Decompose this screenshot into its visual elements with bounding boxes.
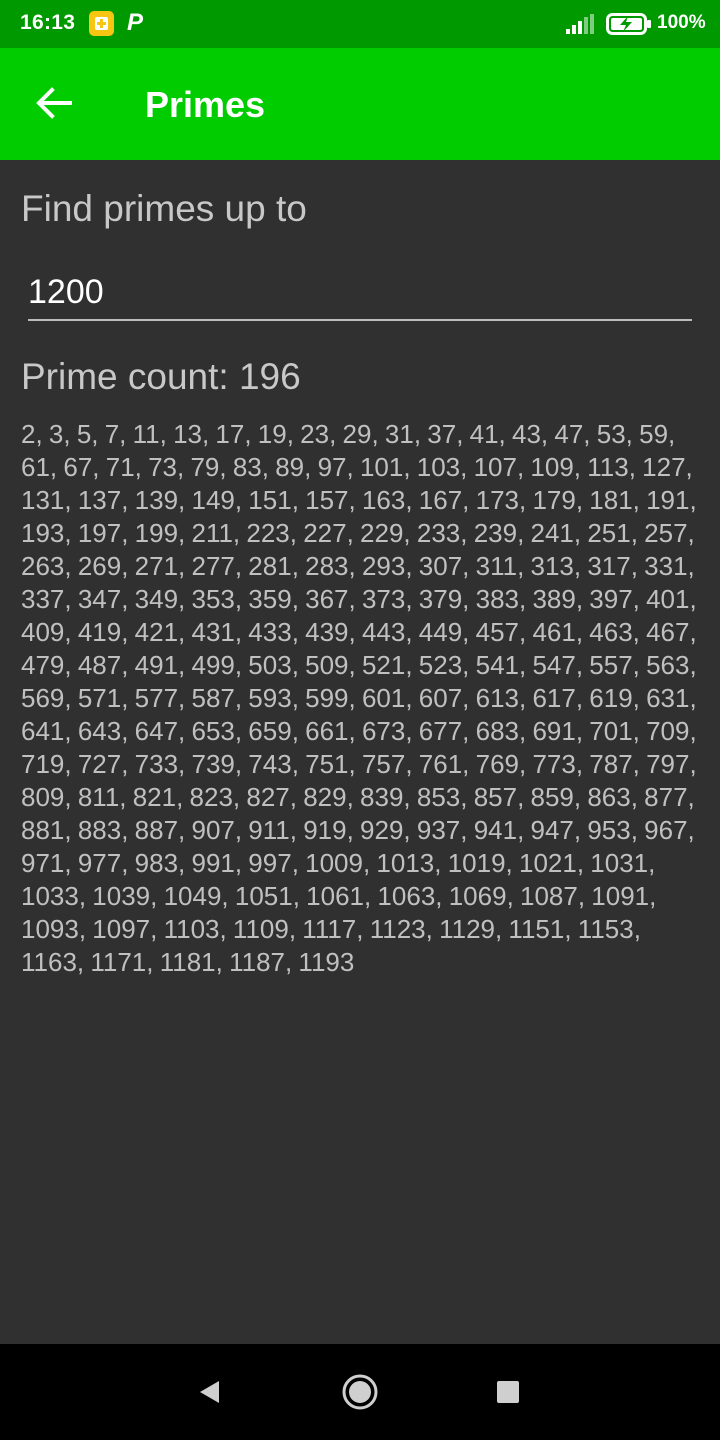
navigation-bar [0, 1344, 720, 1440]
signal-icon [566, 14, 594, 34]
nav-recents-button[interactable] [488, 1372, 528, 1412]
square-recents-icon [497, 1381, 519, 1403]
page-title: Primes [145, 84, 266, 125]
prompt-label: Find primes up to [21, 188, 307, 229]
nav-back-button[interactable] [190, 1372, 230, 1412]
triangle-back-icon [200, 1381, 219, 1403]
circle-home-icon [342, 1374, 378, 1410]
yellow-app-icon [89, 11, 114, 36]
arrow-left-icon [36, 87, 72, 119]
limit-input[interactable] [28, 265, 692, 321]
back-button[interactable] [22, 70, 88, 136]
main-content: Find primes up to Prime count: 196 2, 3,… [0, 160, 720, 1344]
prime-list: 2, 3, 5, 7, 11, 13, 17, 19, 23, 29, 31, … [21, 419, 697, 977]
nav-home-button[interactable] [340, 1372, 380, 1412]
p-icon: P [127, 9, 144, 36]
status-bar: 16:13 P 100% [0, 0, 720, 48]
battery-charging-icon [606, 13, 651, 35]
prime-count-label: Prime count: 196 [21, 356, 301, 397]
status-time: 16:13 [20, 11, 76, 34]
app-bar: Primes [0, 48, 720, 160]
battery-percent: 100% [657, 12, 706, 33]
